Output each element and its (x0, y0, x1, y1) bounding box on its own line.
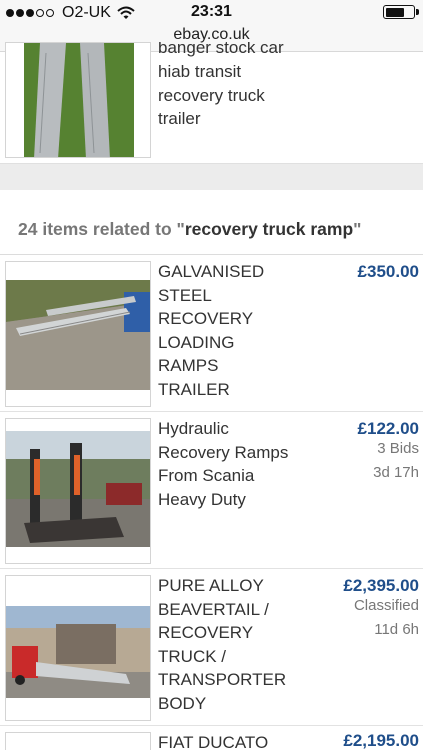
title-line: trailer (158, 109, 201, 129)
listing-thumbnail[interactable] (5, 418, 151, 564)
listing-price: £350.00 (357, 262, 419, 281)
title-line: FIAT DUCATO (158, 733, 269, 750)
related-query: recovery truck ramp (184, 219, 354, 239)
title-line: LOADING (158, 332, 235, 352)
battery-icon (383, 5, 419, 19)
title-line: RECOVERY (158, 309, 254, 329)
listing-format: Classified (353, 597, 419, 614)
title-line: BEAVERTAIL / (158, 599, 269, 619)
list-item[interactable]: Hydraulic Recovery Ramps From Scania Hea… (0, 412, 423, 569)
beavertail-truck-image (6, 576, 150, 720)
listing-thumbnail[interactable] (5, 42, 151, 158)
list-item[interactable]: banger stock car hiab transit recovery t… (0, 42, 423, 164)
bids-count: 3 Bids (377, 440, 419, 457)
title-line: TRANSPORTER (158, 670, 287, 690)
related-count-text: 24 items related to " (18, 219, 185, 239)
galvanised-ramps-image (6, 262, 150, 406)
listing-meta: Classified 11d 6h (354, 594, 419, 641)
list-item[interactable]: FIAT DUCATO £2,195.00 (0, 726, 423, 750)
related-items-heading: 24 items related to "recovery truck ramp… (18, 219, 361, 240)
listing-title[interactable]: GALVANISED STEEL RECOVERY LOADING RAMPS … (158, 260, 328, 402)
status-time: 23:31 (191, 3, 232, 20)
title-line: RAMPS (158, 356, 219, 376)
time-left: 11d 6h (374, 620, 419, 638)
title-line: recovery truck (158, 85, 265, 105)
title-line: TRAILER (158, 379, 230, 399)
list-item[interactable]: GALVANISED STEEL RECOVERY LOADING RAMPS … (0, 255, 423, 412)
listing-title[interactable]: FIAT DUCATO (158, 731, 328, 750)
title-line: hiab transit (158, 62, 242, 81)
title-line: STEEL (158, 285, 212, 305)
title-line: Recovery Ramps (158, 442, 289, 462)
listing-price: £2,195.00 (343, 731, 419, 750)
title-line: banger stock car (158, 42, 284, 57)
time-left: 3d 17h (373, 463, 419, 481)
listing-meta: 3 Bids 3d 17h (373, 437, 419, 484)
title-line: Hydraulic (158, 419, 229, 438)
title-line: BODY (158, 693, 207, 713)
status-bar: O2-UK 23:31 (0, 0, 423, 22)
list-item[interactable]: PURE ALLOY BEAVERTAIL / RECOVERY TRUCK /… (0, 569, 423, 726)
ramps-on-grass-image (6, 43, 150, 157)
listing-title[interactable]: PURE ALLOY BEAVERTAIL / RECOVERY TRUCK /… (158, 574, 328, 716)
listing-price: £2,395.00 (343, 576, 419, 595)
title-line: RECOVERY (158, 623, 254, 643)
related-close-quote: " (353, 219, 362, 239)
hydraulic-ramps-image (6, 419, 150, 563)
listing-price: £122.00 (357, 419, 419, 438)
title-line: GALVANISED (158, 262, 265, 281)
listing-thumbnail[interactable] (5, 575, 151, 721)
listing-title[interactable]: banger stock car hiab transit recovery t… (158, 42, 328, 131)
title-line: TRUCK / (158, 646, 226, 666)
title-line: PURE ALLOY (158, 576, 264, 595)
listing-title[interactable]: Hydraulic Recovery Ramps From Scania Hea… (158, 417, 328, 511)
title-line: From Scania (158, 466, 255, 486)
listing-thumbnail[interactable] (5, 261, 151, 407)
title-line: Heavy Duty (158, 489, 246, 509)
listing-thumbnail[interactable] (5, 732, 151, 750)
section-divider (0, 163, 423, 190)
